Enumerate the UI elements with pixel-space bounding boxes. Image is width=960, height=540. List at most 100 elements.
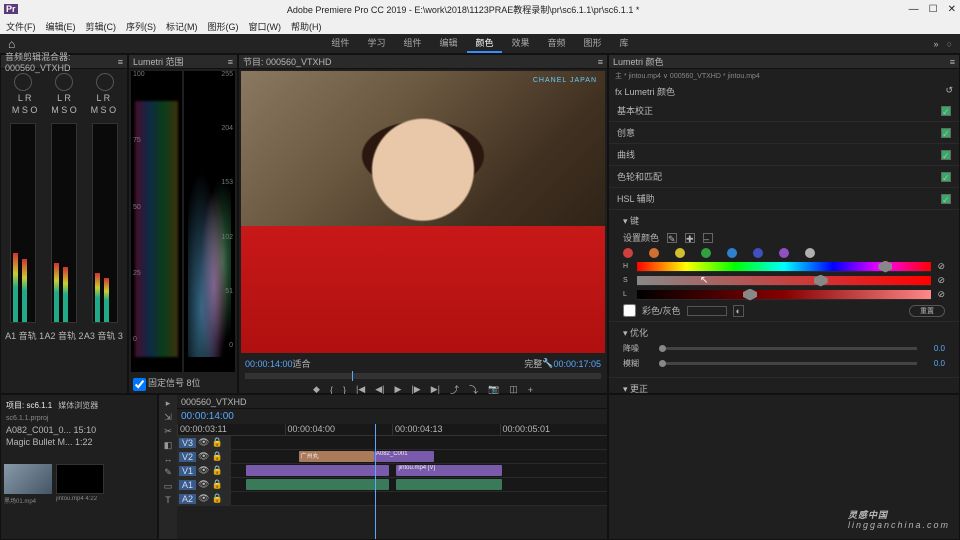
reset-button[interactable]: 重置 (909, 305, 945, 317)
home-icon[interactable]: ⌂ (8, 37, 15, 51)
project-thumb[interactable]: jintou.mp4 4:22 (56, 464, 104, 505)
track-tag[interactable]: A1 (179, 480, 196, 490)
key-section[interactable]: ▾ 键 (623, 214, 945, 227)
clip[interactable]: A082_C001 (374, 451, 434, 462)
workspace-tab[interactable]: 编辑 (431, 34, 465, 53)
menu-item[interactable]: 图形(G) (208, 20, 239, 33)
track-row[interactable]: A1👁🔒 (177, 478, 607, 492)
timeline-tool[interactable]: ▭ (164, 481, 173, 492)
menu-item[interactable]: 标记(M) (166, 20, 198, 33)
panel-menu-icon[interactable]: ≡ (228, 57, 233, 67)
minimize-button[interactable]: — (909, 4, 919, 15)
menu-item[interactable]: 编辑(E) (46, 20, 76, 33)
color-swatch[interactable] (805, 248, 815, 258)
color-swatch[interactable] (675, 248, 685, 258)
color-swatch[interactable] (701, 248, 711, 258)
panel-menu-icon[interactable]: ≡ (950, 57, 955, 67)
clip[interactable]: 广州丸 (299, 451, 374, 462)
workspace-tab[interactable]: 学习 (359, 34, 393, 53)
param-value[interactable]: 0.0 (923, 344, 945, 353)
workspace-tab[interactable]: 组件 (395, 34, 429, 53)
reset-icon[interactable]: ⊘ (937, 289, 945, 300)
reset-icon[interactable]: ↺ (945, 85, 953, 98)
timeline-tool[interactable]: ▸ (166, 398, 171, 409)
preview-viewport[interactable]: CHANEL JAPAN (241, 71, 605, 353)
clip[interactable] (246, 465, 389, 476)
pan-knob[interactable] (55, 73, 73, 91)
timeline-tool[interactable]: ◧ (164, 440, 173, 451)
pan-knob[interactable] (96, 73, 114, 91)
checkbox-icon[interactable]: ✓ (941, 150, 951, 160)
eyedropper-add-icon[interactable]: ✚ (685, 233, 695, 243)
menu-item[interactable]: 剪辑(C) (86, 20, 117, 33)
sequence-name[interactable]: 000560_VTXHD (181, 397, 247, 407)
lumetri-section[interactable]: 创意✓ (609, 122, 959, 144)
timeline-tracks[interactable]: V3👁🔒V2👁🔒广州丸A082_C001V1👁🔒jintou.mp4 [V]A1… (177, 436, 607, 539)
clip-crumb[interactable]: 主 * jintou.mp4 ∨ 000560_VTXHD * jintou.m… (609, 69, 959, 83)
track-tag[interactable]: V2 (179, 452, 196, 462)
lumetri-section[interactable]: 色轮和匹配✓ (609, 166, 959, 188)
lumetri-section[interactable]: 基本校正✓ (609, 100, 959, 122)
maximize-button[interactable]: ☐ (929, 4, 938, 15)
lumetri-section[interactable]: 曲线✓ (609, 144, 959, 166)
help-icon[interactable]: ○ (947, 39, 952, 49)
timecode-in[interactable]: 00:00:14:00 (245, 359, 293, 369)
color-gray-checkbox[interactable] (623, 304, 636, 317)
checkbox-icon[interactable]: ✓ (941, 194, 951, 204)
checkbox-icon[interactable]: ✓ (941, 128, 951, 138)
timeline-tool[interactable]: ⇲ (164, 412, 172, 423)
timeline-tool[interactable]: ✎ (164, 467, 172, 478)
tab-project[interactable]: 项目: sc6.1.1 (6, 400, 52, 411)
checkbox-icon[interactable]: ✓ (941, 106, 951, 116)
refine-section[interactable]: ▾ 优化 (623, 326, 945, 339)
playhead[interactable] (375, 424, 376, 539)
track-tag[interactable]: V1 (179, 466, 196, 476)
overflow-icon[interactable]: » (934, 39, 939, 49)
eyedropper-remove-icon[interactable]: – (703, 233, 713, 243)
checkbox-icon[interactable]: ✓ (941, 172, 951, 182)
reset-icon[interactable]: ⊘ (937, 275, 945, 286)
panel-menu-icon[interactable]: ≡ (598, 57, 603, 67)
color-swatch[interactable] (623, 248, 633, 258)
reset-icon[interactable]: ⊘ (937, 261, 945, 272)
correct-section[interactable]: ▾ 更正 (623, 382, 945, 394)
workspace-tab[interactable]: 效果 (504, 34, 538, 53)
eyedropper-icon[interactable]: ✎ (667, 233, 677, 243)
hsl-slider[interactable] (637, 262, 931, 272)
menu-item[interactable]: 帮助(H) (291, 20, 322, 33)
timeline-tool[interactable]: ↔ (164, 454, 173, 464)
track-row[interactable]: V1👁🔒jintou.mp4 [V] (177, 464, 607, 478)
workspace-tab[interactable]: 颜色 (467, 34, 501, 53)
zoom-dropdown[interactable]: 完整 (524, 357, 542, 370)
pan-knob[interactable] (14, 73, 32, 91)
param-slider[interactable] (659, 362, 917, 365)
track-tag[interactable]: A2 (179, 494, 196, 504)
menu-item[interactable]: 序列(S) (126, 20, 156, 33)
track-tag[interactable]: V3 (179, 438, 196, 448)
track-row[interactable]: A2👁🔒 (177, 492, 607, 506)
color-swatch[interactable] (727, 248, 737, 258)
preview-mode-select[interactable] (687, 306, 727, 316)
clip[interactable]: jintou.mp4 [V] (396, 465, 501, 476)
timeline-tool[interactable]: T (165, 495, 171, 505)
track-row[interactable]: V2👁🔒广州丸A082_C001 (177, 450, 607, 464)
mini-timeline[interactable] (245, 373, 601, 379)
fit-dropdown[interactable]: 适合 (293, 357, 311, 370)
hsl-slider[interactable] (637, 276, 931, 286)
timeline-timecode[interactable]: 00:00:14:00 (177, 409, 607, 424)
clip[interactable] (246, 479, 389, 490)
close-button[interactable]: ✕ (948, 4, 956, 15)
clamp-signal-checkbox[interactable] (133, 378, 146, 391)
bin-item[interactable]: A082_C001_0... 15:10 (6, 425, 96, 435)
hsl-slider[interactable] (637, 290, 931, 300)
menu-item[interactable]: 窗口(W) (249, 20, 282, 33)
color-swatch[interactable] (779, 248, 789, 258)
panel-menu-icon[interactable]: ≡ (118, 57, 123, 67)
bin-item[interactable]: Magic Bullet M... 1:22 (6, 437, 93, 447)
tab-media-browser[interactable]: 媒体浏览器 (58, 400, 98, 411)
timeline-tool[interactable]: ✂ (164, 426, 172, 437)
time-ruler[interactable]: 00:00:03:1100:00:04:0000:00:04:1300:00:0… (177, 424, 607, 436)
workspace-tab[interactable]: 图形 (576, 34, 610, 53)
invert-mask-button[interactable]: ◐ (733, 305, 744, 317)
lumetri-section[interactable]: HSL 辅助✓ (609, 188, 959, 210)
